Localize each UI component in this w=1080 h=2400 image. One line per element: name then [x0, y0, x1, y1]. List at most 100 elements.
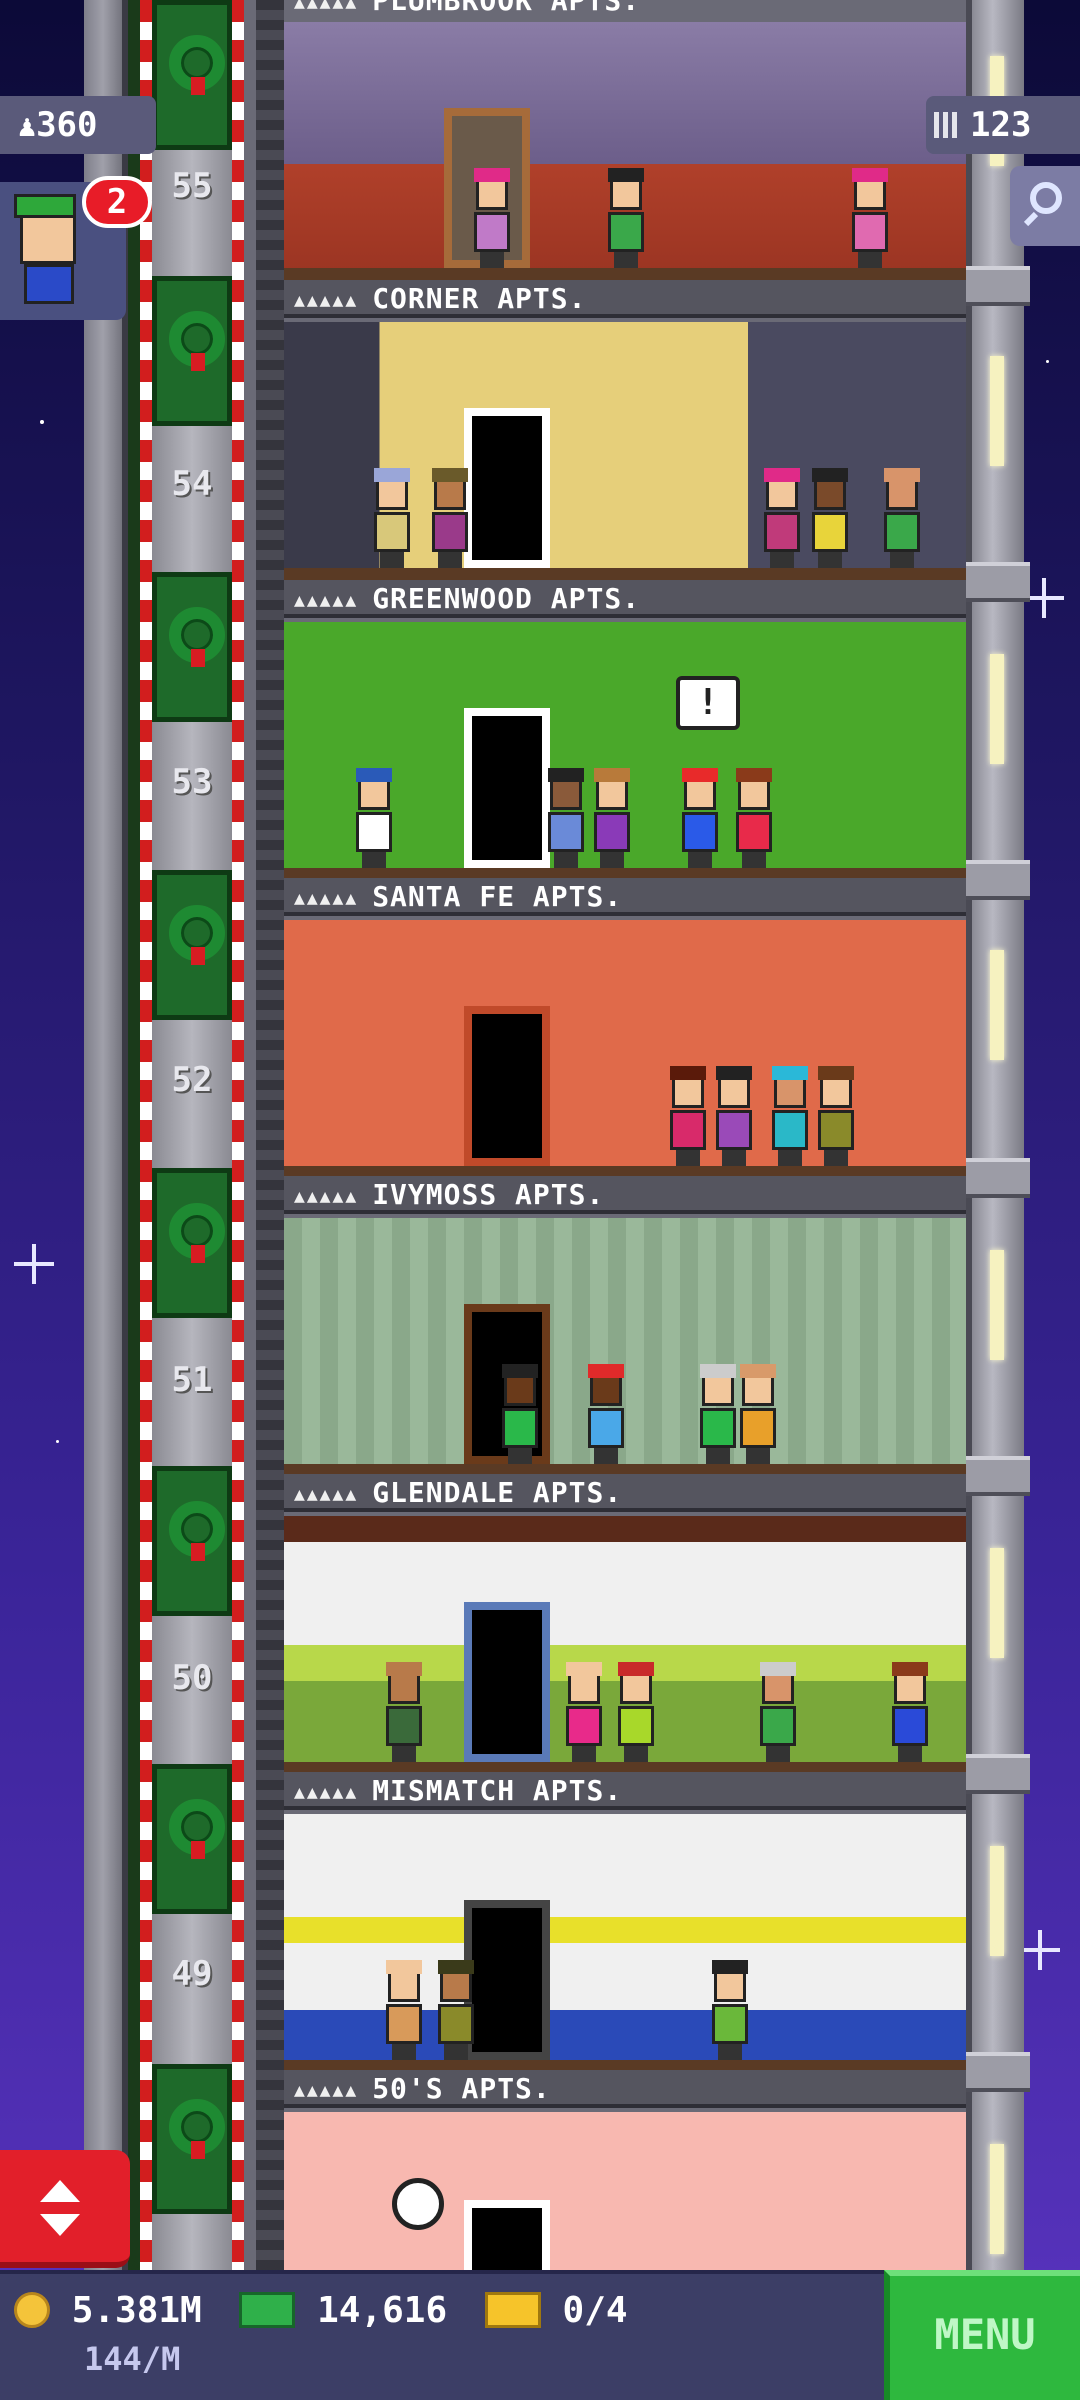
- population-counter[interactable]: ♟360: [0, 96, 156, 154]
- floor-50s[interactable]: ▲▲▲▲▲ 50'S APTS.: [284, 2070, 966, 2270]
- floor-number: 55: [171, 166, 213, 206]
- elevator-car[interactable]: [152, 1466, 232, 1616]
- floor-glendale[interactable]: ▲▲▲▲▲ GLENDALE APTS.: [284, 1474, 966, 1774]
- floor-number: 50: [171, 1658, 213, 1698]
- floor-name: SANTA FE APTS.: [372, 880, 623, 913]
- tenant[interactable]: [584, 1364, 628, 1464]
- elevator-car[interactable]: [152, 572, 232, 722]
- tenant[interactable]: [760, 468, 804, 568]
- elevator-button[interactable]: [0, 2150, 130, 2268]
- population-value: 360: [36, 105, 98, 145]
- window-light: [990, 1250, 1004, 1360]
- frame-notch: [966, 1456, 1030, 1496]
- tenant[interactable]: [736, 1364, 780, 1464]
- floor-sign: ▲▲▲▲▲ CORNER APTS.: [284, 280, 966, 318]
- tenant[interactable]: [888, 1662, 932, 1762]
- floor-ivymoss[interactable]: ▲▲▲▲▲ IVYMOSS APTS.: [284, 1176, 966, 1476]
- tenant[interactable]: [712, 1066, 756, 1166]
- person-icon: ♟: [18, 109, 37, 144]
- floor-plumbrook[interactable]: [284, 0, 966, 280]
- tower-left-frame: [84, 0, 128, 2270]
- tenant[interactable]: [696, 1364, 740, 1464]
- floor-name: GLENDALE APTS.: [372, 1476, 623, 1509]
- bux-value: 14,616: [317, 2290, 448, 2331]
- elevator-car[interactable]: [152, 1168, 232, 1318]
- floor-sign: ▲▲▲▲▲ SANTA FE APTS.: [284, 878, 966, 916]
- floor-santa-fe[interactable]: ▲▲▲▲▲ SANTA FE APTS.: [284, 878, 966, 1178]
- wreath-icon: [169, 905, 225, 965]
- floor-mismatch[interactable]: ▲▲▲▲▲ MISMATCH APTS.: [284, 1772, 966, 2072]
- apartment-door: [464, 708, 550, 868]
- floor-greenwood[interactable]: ▲▲▲▲▲ GREENWOOD APTS. !: [284, 580, 966, 880]
- tenant[interactable]: [544, 768, 588, 868]
- elevator-car[interactable]: [152, 276, 232, 426]
- elevator-car[interactable]: [152, 870, 232, 1020]
- tenant[interactable]: [756, 1662, 800, 1762]
- tenant[interactable]: [808, 468, 852, 568]
- tenant[interactable]: [848, 168, 892, 268]
- menu-button[interactable]: MENU: [884, 2270, 1080, 2400]
- frame-notch: [966, 1158, 1030, 1198]
- tenant[interactable]: [428, 468, 472, 568]
- elevator-car[interactable]: [152, 0, 232, 150]
- tenant[interactable]: [708, 1960, 752, 2060]
- floor-sign: ▲▲▲▲▲ GLENDALE APTS.: [284, 1474, 966, 1512]
- floor-counter[interactable]: 123: [926, 96, 1080, 154]
- tenant[interactable]: [604, 168, 648, 268]
- wreath-icon: [169, 607, 225, 667]
- income-rate: 144/M: [84, 2340, 181, 2378]
- tickets-value: 0/4: [562, 2290, 628, 2331]
- floors-icon: [934, 112, 960, 138]
- floor-number: 51: [171, 1360, 213, 1400]
- tenant[interactable]: [434, 1960, 478, 2060]
- star: [1046, 360, 1049, 363]
- floor-baseboard: [284, 268, 966, 280]
- tenant[interactable]: [370, 468, 414, 568]
- ticket-icon: [484, 2292, 541, 2328]
- floor-sign: ▲▲▲▲▲ 50'S APTS.: [284, 2070, 966, 2108]
- floor-number: 49: [171, 1954, 213, 1994]
- floor-sign: ▲▲▲▲▲ PLUMBROOK APTS.: [284, 0, 966, 20]
- tenant[interactable]: [814, 1066, 858, 1166]
- tenant[interactable]: [498, 1364, 542, 1464]
- star: [40, 420, 44, 424]
- tenant[interactable]: [678, 768, 722, 868]
- floor-name: CORNER APTS.: [372, 282, 587, 315]
- frame-notch: [966, 562, 1030, 602]
- floor-number: 52: [171, 1060, 213, 1100]
- elevator-car[interactable]: [152, 2064, 232, 2214]
- window-light: [990, 950, 1004, 1060]
- speech-bubble[interactable]: !: [676, 676, 740, 730]
- tenant[interactable]: [768, 1066, 812, 1166]
- elevator-car[interactable]: [152, 1764, 232, 1914]
- apartment-door: [464, 2200, 550, 2270]
- wall-clock-icon: [392, 2178, 444, 2230]
- floor-name: MISMATCH APTS.: [372, 1774, 623, 1807]
- room-interior: [284, 920, 966, 1178]
- window-light: [990, 654, 1004, 764]
- arrow-up-icon: [40, 2180, 80, 2202]
- tenant[interactable]: [614, 1662, 658, 1762]
- tenant[interactable]: [352, 768, 396, 868]
- star-sparkle: [14, 1244, 54, 1284]
- arrow-down-icon: [40, 2214, 80, 2236]
- star-sparkle: [1020, 1930, 1060, 1970]
- tenant[interactable]: [382, 1662, 426, 1762]
- tower-inner-edge: [256, 0, 284, 2270]
- floor-name: GREENWOOD APTS.: [372, 582, 641, 615]
- tenant[interactable]: [590, 768, 634, 868]
- floors-value: 123: [970, 105, 1032, 145]
- floor-sign: ▲▲▲▲▲ MISMATCH APTS.: [284, 1772, 966, 1810]
- search-button[interactable]: [1010, 166, 1080, 246]
- wreath-icon: [169, 1501, 225, 1561]
- floor-corner[interactable]: ▲▲▲▲▲ CORNER APTS.: [284, 280, 966, 580]
- tenant[interactable]: [666, 1066, 710, 1166]
- tenant[interactable]: [470, 168, 514, 268]
- tenant[interactable]: [562, 1662, 606, 1762]
- window-light: [990, 1548, 1004, 1658]
- tenant[interactable]: [382, 1960, 426, 2060]
- tenant[interactable]: [732, 768, 776, 868]
- tenant[interactable]: [880, 468, 924, 568]
- wreath-icon: [169, 311, 225, 371]
- floor-baseboard: [284, 568, 966, 580]
